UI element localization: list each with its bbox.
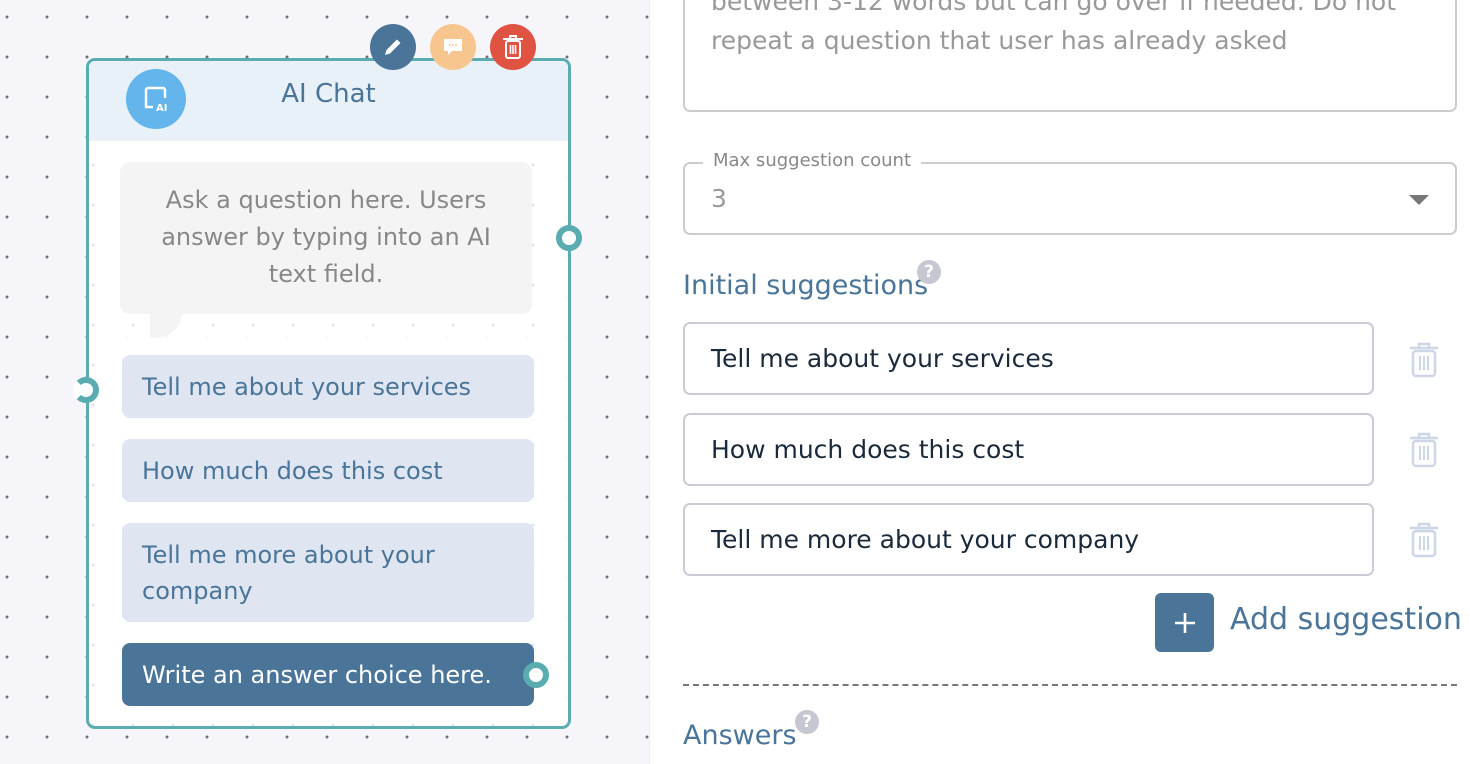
caret-down-icon	[1409, 195, 1429, 205]
pencil-icon	[385, 39, 401, 55]
edit-button[interactable]	[370, 24, 416, 70]
answer-output-port[interactable]	[523, 662, 549, 688]
answer-choice-input[interactable]: Write an answer choice here.	[122, 643, 534, 706]
comment-icon	[444, 39, 462, 55]
select-label: Max suggestion count	[703, 150, 922, 171]
answers-heading: Answers	[683, 720, 797, 751]
plus-icon	[1174, 612, 1195, 633]
input-port[interactable]	[73, 377, 99, 403]
question-bubble[interactable]: Ask a question here. Users answer by typ…	[120, 162, 532, 314]
help-icon[interactable]: ?	[917, 260, 941, 284]
node-header: AI AI Chat	[89, 61, 568, 141]
node-title: AI Chat	[281, 79, 376, 109]
suggestion-input[interactable]: Tell me about your services	[683, 322, 1374, 395]
help-icon[interactable]: ?	[795, 710, 819, 734]
comment-button[interactable]	[430, 24, 476, 70]
delete-button[interactable]	[490, 24, 536, 70]
divider	[683, 684, 1457, 686]
max-suggestion-count-select[interactable]: Max suggestion count 3	[683, 150, 1457, 235]
add-suggestion-button[interactable]	[1155, 593, 1214, 652]
choice-item[interactable]: How much does this cost	[122, 439, 534, 502]
suggestion-input[interactable]: How much does this cost	[683, 413, 1374, 486]
select-value: 3	[711, 184, 727, 213]
output-port[interactable]	[556, 225, 582, 251]
initial-suggestions-heading: Initial suggestions	[683, 270, 929, 301]
trash-icon[interactable]	[1408, 342, 1440, 378]
trash-icon[interactable]	[1408, 432, 1440, 468]
trash-icon[interactable]	[1408, 522, 1440, 558]
add-suggestion-link[interactable]: Add suggestion	[1230, 602, 1462, 637]
choice-item[interactable]: Tell me more about your company	[122, 523, 534, 622]
choice-item[interactable]: Tell me about your services	[122, 355, 534, 418]
prompt-textarea[interactable]: between 3-12 words but can go over if ne…	[683, 0, 1457, 112]
suggestion-input[interactable]: Tell me more about your company	[683, 503, 1374, 576]
trash-icon	[503, 35, 523, 59]
